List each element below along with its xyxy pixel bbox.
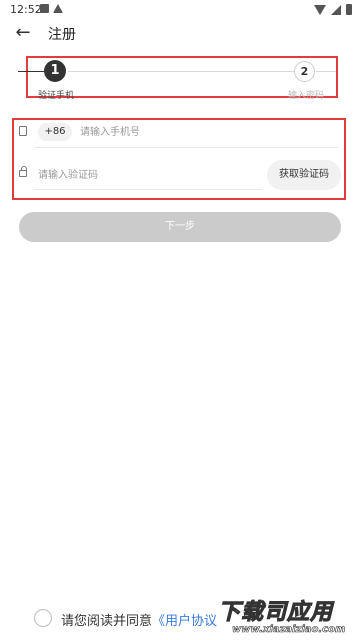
agreement-text: 请您阅读并同意《用户协议 bbox=[61, 610, 217, 629]
stepper-line-right bbox=[316, 71, 336, 72]
battery-icon bbox=[346, 4, 352, 15]
get-code-button[interactable]: 获取验证码 bbox=[267, 160, 341, 190]
step-1-indicator: 1 bbox=[44, 60, 66, 82]
page-title: 注册 bbox=[48, 27, 76, 43]
status-time: 12:52 bbox=[10, 3, 42, 16]
stepper-line-left bbox=[18, 71, 46, 72]
arrow-left-icon: ← bbox=[15, 22, 31, 43]
wifi-icon bbox=[314, 4, 326, 15]
step-2-indicator: 2 bbox=[294, 61, 315, 82]
next-step-button[interactable]: 下一步 bbox=[19, 212, 341, 242]
notification-icons bbox=[40, 4, 63, 13]
country-code-selector[interactable]: +86 bbox=[38, 123, 72, 141]
step-2-label: 输入密码 bbox=[288, 91, 325, 101]
system-icons bbox=[314, 4, 352, 15]
agreement-prefix: 请您阅读并同意 bbox=[61, 614, 153, 629]
watermark-title: 下载司应用 bbox=[217, 600, 334, 626]
watermark-url: www.xiazaiziao.com bbox=[232, 624, 346, 636]
agreement-checkbox[interactable] bbox=[34, 609, 52, 627]
back-button[interactable]: ← bbox=[12, 22, 34, 44]
signal-icon bbox=[331, 4, 341, 15]
phone-input[interactable] bbox=[80, 123, 330, 141]
step-1-label: 验证手机 bbox=[38, 91, 75, 101]
verification-code-input[interactable] bbox=[38, 166, 258, 184]
lock-icon bbox=[19, 166, 27, 177]
stepper-line-middle bbox=[68, 71, 294, 72]
watermark: 下载司应用 www.xiazaiziao.com bbox=[214, 594, 360, 640]
alert-notification-icon bbox=[53, 4, 63, 13]
code-divider bbox=[34, 189, 262, 190]
user-agreement-link[interactable]: 《用户协议 bbox=[152, 614, 217, 629]
phone-divider bbox=[34, 147, 338, 148]
gallery-notification-icon bbox=[40, 4, 49, 13]
status-bar: 12:52 bbox=[0, 0, 360, 22]
phone-icon bbox=[19, 126, 27, 136]
app-header: ← 注册 bbox=[0, 22, 360, 48]
